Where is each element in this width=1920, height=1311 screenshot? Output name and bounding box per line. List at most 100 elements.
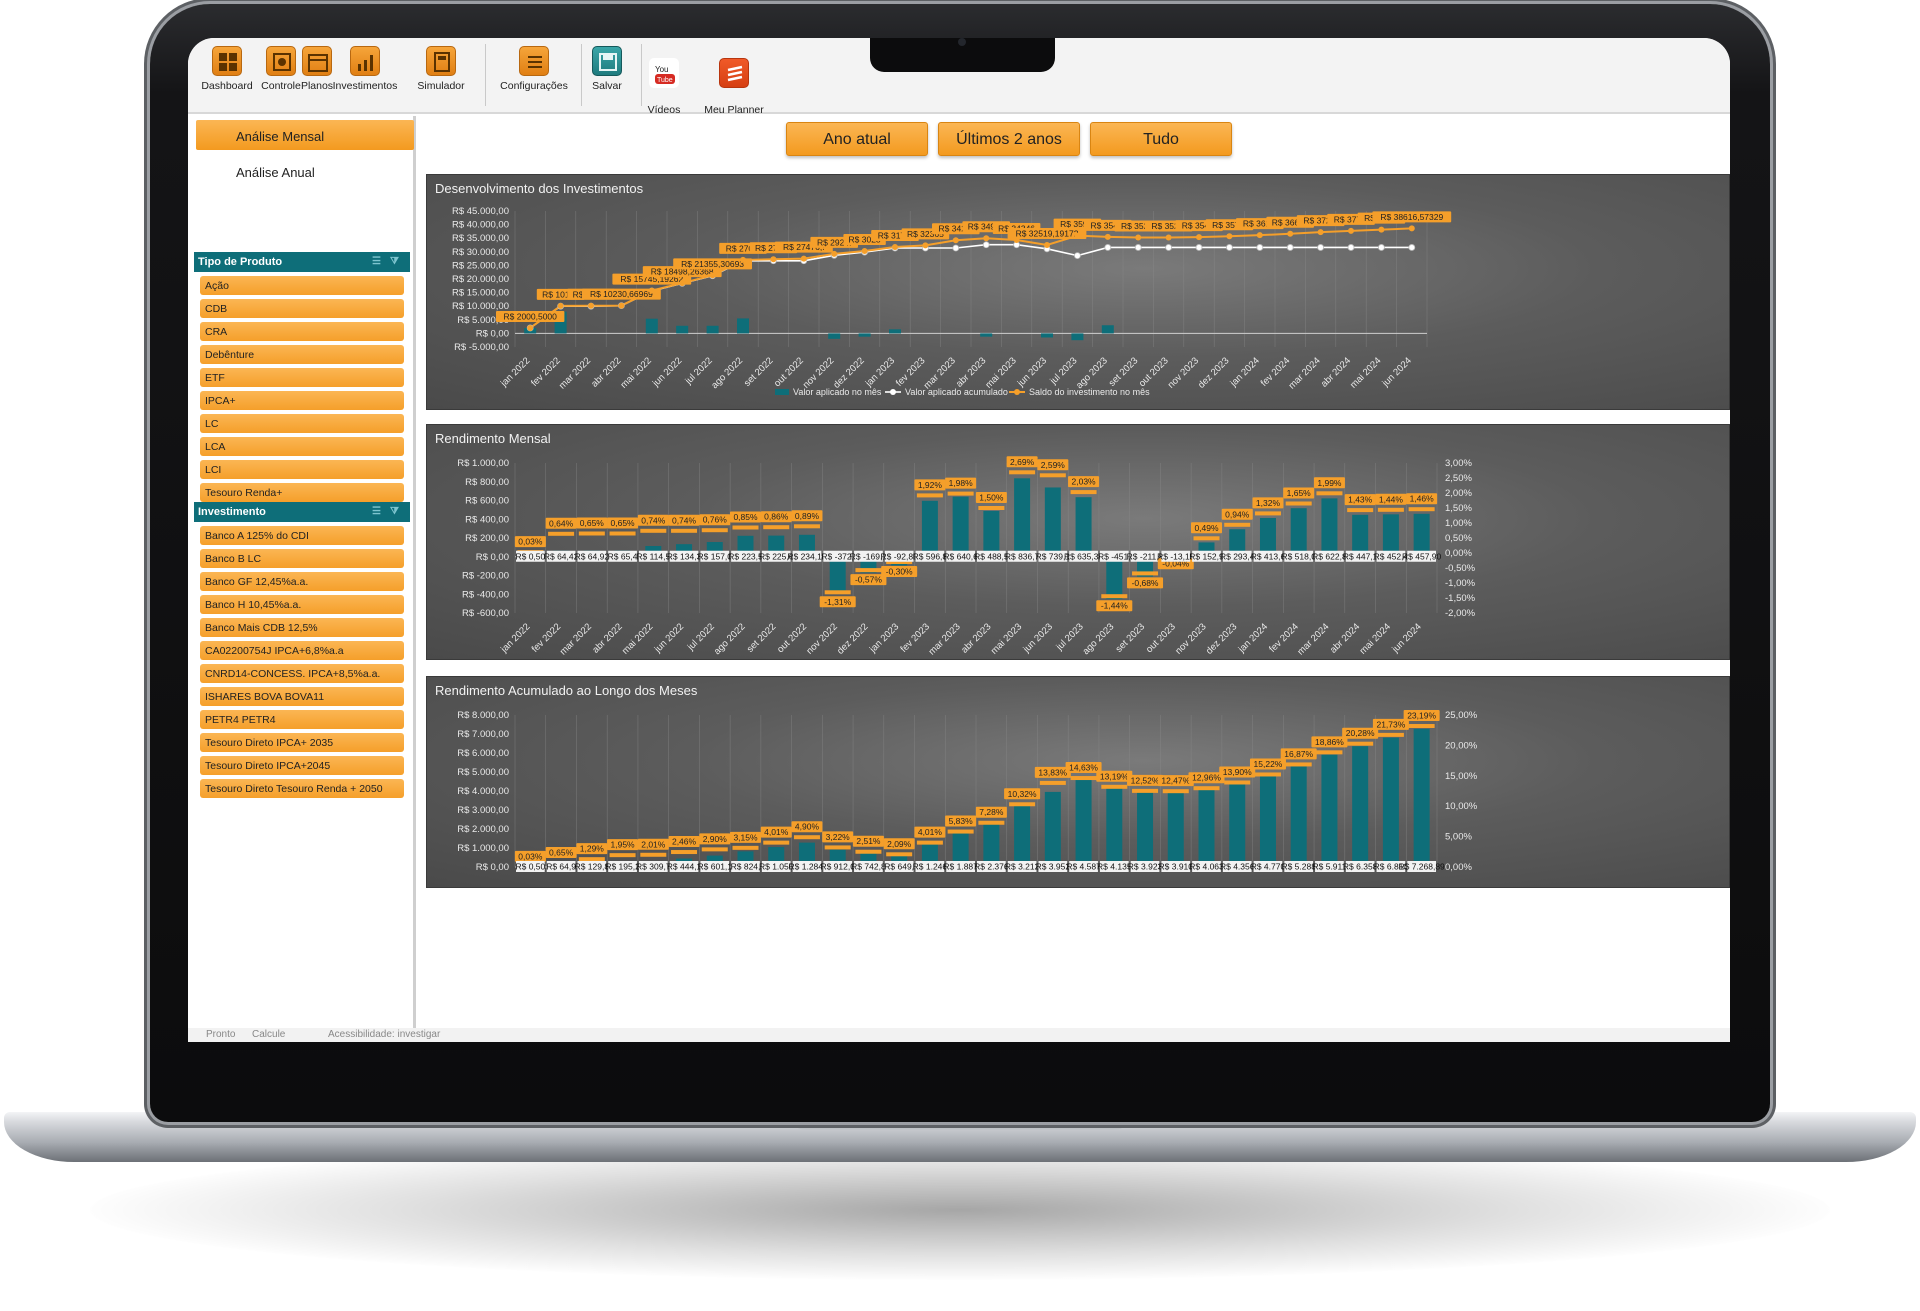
pct-marker <box>1224 522 1251 527</box>
point-saldo <box>983 235 990 242</box>
pct-label: 21,73% <box>1376 719 1405 729</box>
slicer-item[interactable]: ETF <box>200 368 404 387</box>
pct-marker <box>732 845 759 850</box>
ultimos-2-anos-button[interactable]: Últimos 2 anos <box>938 122 1080 156</box>
slicer-item[interactable]: Ação <box>200 276 404 295</box>
x-tick-label: jan 2022 <box>498 355 532 389</box>
slicer-item[interactable]: Banco GF 12,45%a.a. <box>200 572 404 591</box>
slicer-item[interactable]: CA02200754J IPCA+6,8%a.a <box>200 641 404 660</box>
pct-marker <box>1316 750 1343 755</box>
point-aplicado-acumulado <box>1165 244 1172 251</box>
pct-marker <box>1408 507 1435 512</box>
point-saldo <box>527 324 534 331</box>
x-tick-label: mar 2022 <box>558 621 594 657</box>
slicer-item[interactable]: LCA <box>200 437 404 456</box>
bar-rendimento <box>829 556 846 592</box>
bar-rendimento <box>1044 487 1061 557</box>
value-label: R$ 742,8 <box>851 862 886 872</box>
ribbon-configuracoes-button[interactable]: Configurações <box>492 46 576 92</box>
pct-label: 1,29% <box>580 844 605 854</box>
slicer-item[interactable]: Tesouro Direto IPCA+2045 <box>200 756 404 775</box>
pct-label: 23,19% <box>1407 711 1436 721</box>
slicer-item[interactable]: PETR4 PETR4 <box>200 710 404 729</box>
slicer-item[interactable]: ISHARES BOVA BOVA11 <box>200 687 404 706</box>
y2-tick-label: 0,00% <box>1445 862 1472 873</box>
pct-label: 0,03% <box>518 851 543 861</box>
value-label: R$ 836,7 <box>1005 551 1040 561</box>
y-tick-label: R$ 7.000,00 <box>457 729 509 740</box>
slicer-item[interactable]: IPCA+ <box>200 391 404 410</box>
pct-marker <box>1408 724 1435 729</box>
x-tick-label: jan 2024 <box>1236 621 1270 655</box>
slicer-item[interactable]: Tesouro Renda+ <box>200 483 404 502</box>
pct-label: -0,57% <box>855 575 882 585</box>
bar-rendimento <box>1106 788 1123 867</box>
pct-label: 16,87% <box>1284 749 1313 759</box>
bar-rendimento <box>1075 497 1092 557</box>
ribbon-investimentos-button[interactable]: Investimentos <box>317 46 413 92</box>
slicer-title: Tipo de Produto <box>198 256 283 268</box>
x-tick-label: dez 2022 <box>835 621 870 656</box>
pct-marker <box>640 852 667 857</box>
bar-rendimento <box>983 821 1000 867</box>
pct-label: 1,43% <box>1348 495 1373 505</box>
value-label: R$ 7.268,89 <box>1398 862 1445 872</box>
slicer-item[interactable]: LCI <box>200 460 404 479</box>
slicer-item[interactable]: Banco Mais CDB 12,5% <box>200 618 404 637</box>
pct-marker <box>1254 772 1281 777</box>
pct-marker <box>763 525 790 530</box>
slicer-item[interactable]: Debênture <box>200 345 404 364</box>
pct-marker <box>671 528 698 533</box>
pct-label: -0,30% <box>886 567 913 577</box>
y2-tick-label: 20,00% <box>1445 740 1478 751</box>
x-tick-label: jun 2023 <box>1021 621 1055 655</box>
y-tick-label: R$ 3.000,00 <box>457 805 509 816</box>
ano-atual-button[interactable]: Ano atual <box>786 122 928 156</box>
pct-marker <box>947 491 974 496</box>
slicer-item[interactable]: Tesouro Direto IPCA+ 2035 <box>200 733 404 752</box>
y2-tick-label: 15,00% <box>1445 771 1478 782</box>
x-tick-label: set 2022 <box>742 355 776 389</box>
slicer-item[interactable]: CDB <box>200 299 404 318</box>
bar-rendimento <box>1413 728 1430 867</box>
x-tick-label: ago 2022 <box>709 355 745 391</box>
tudo-button[interactable]: Tudo <box>1090 122 1232 156</box>
value-label: R$ 157,0 <box>698 551 733 561</box>
y2-tick-label: 0,50% <box>1445 533 1472 544</box>
legend-swatch <box>1014 389 1020 395</box>
slicer-item[interactable]: Tesouro Direto Tesouro Renda + 2050 <box>200 779 404 798</box>
y-tick-label: R$ 25.000,00 <box>452 260 509 271</box>
point-saldo <box>922 242 929 249</box>
x-tick-label: jan 2023 <box>863 355 897 389</box>
x-tick-label: mai 2022 <box>620 621 655 656</box>
pct-marker <box>640 528 667 533</box>
youtube-icon: You Tube <box>649 58 679 88</box>
multi-select-icon[interactable]: ☰ <box>372 506 384 517</box>
slicer-item[interactable]: Banco A 125% do CDI <box>200 526 404 545</box>
value-label: R$ 152,9 <box>1189 551 1224 561</box>
bar-rendimento <box>1167 792 1184 867</box>
slicer-item[interactable]: CRA <box>200 322 404 341</box>
ribbon-simulador-button[interactable]: Simulador <box>405 46 477 92</box>
pct-label: 14,63% <box>1069 763 1098 773</box>
slicer-item[interactable]: Banco H 10,45%a.a. <box>200 595 404 614</box>
point-aplicado-acumulado <box>1074 252 1081 260</box>
legend-label: Valor aplicado acumulado <box>905 387 1008 397</box>
x-tick-label: out 2022 <box>775 621 809 655</box>
slicer-item[interactable]: CNRD14-CONCESS. IPCA+8,5%a.a. <box>200 664 404 683</box>
chart-icon <box>350 46 380 76</box>
multi-select-icon[interactable]: ☰ <box>372 256 384 267</box>
status-accessibility[interactable]: Acessibilidade: investigar <box>328 1029 440 1040</box>
clear-filter-icon[interactable]: ⧩ <box>390 506 402 517</box>
slicer-item[interactable]: LC <box>200 414 404 433</box>
pct-label: 2,09% <box>887 839 912 849</box>
tab-analise-mensal[interactable]: Análise Mensal <box>196 120 414 150</box>
settings-icon <box>519 46 549 76</box>
clear-filter-icon[interactable]: ⧩ <box>390 256 402 267</box>
pct-label: 0,65% <box>580 518 605 528</box>
slicer-item[interactable]: Banco B LC <box>200 549 404 568</box>
x-tick-label: jun 2024 <box>1389 621 1423 655</box>
point-saldo <box>1104 233 1111 240</box>
pct-label: 3,22% <box>826 832 851 842</box>
tab-analise-anual[interactable]: Análise Anual <box>196 156 414 186</box>
